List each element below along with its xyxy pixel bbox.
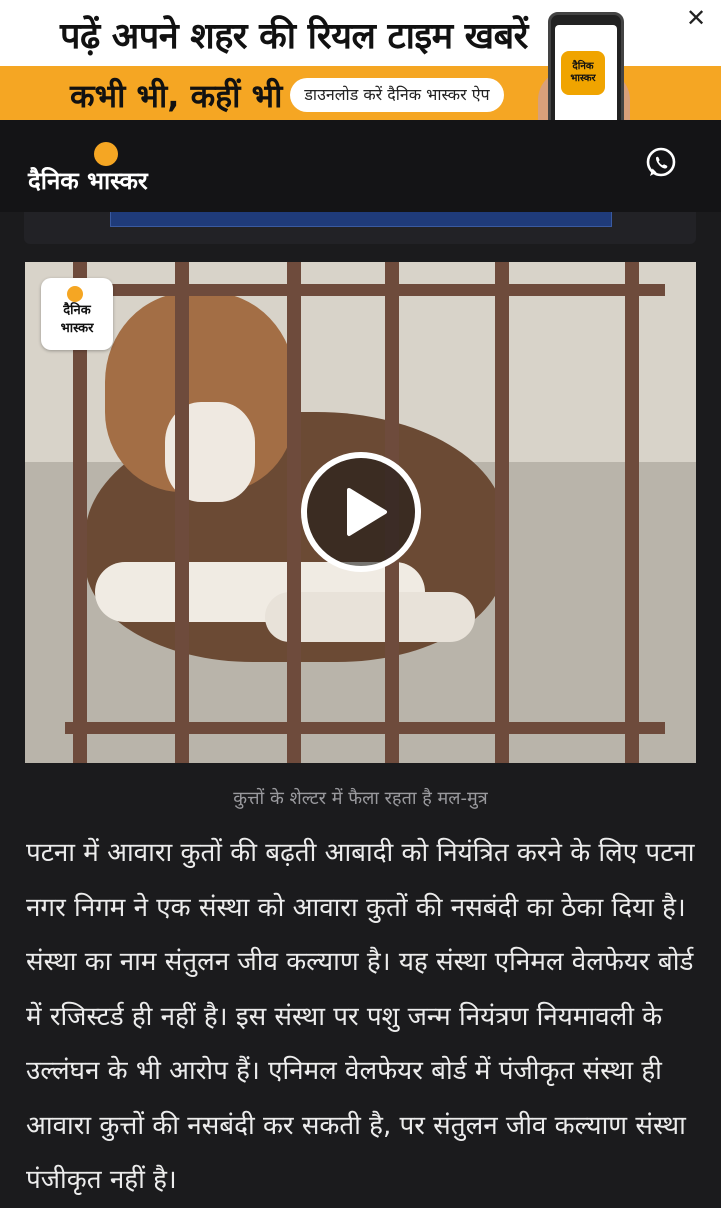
gate-bar	[495, 262, 509, 763]
play-button[interactable]	[301, 452, 421, 572]
banner-subline: कभी भी, कहीं भी	[70, 77, 283, 115]
gate-bar	[65, 284, 665, 296]
app-tile: दैनिक भास्कर	[561, 51, 605, 95]
site-logo[interactable]: दैनिक भास्कर	[28, 138, 188, 198]
watermark-text: दैनिक भास्कर	[60, 303, 94, 336]
video-caption: कुत्तों के शेल्टर में फैला रहता है मल-मु…	[233, 788, 488, 809]
video-watermark-logo: दैनिक भास्कर	[41, 278, 113, 350]
phone-image: दैनिक भास्कर	[548, 12, 624, 120]
gate-bar	[65, 722, 665, 734]
gate-bar	[175, 262, 189, 763]
gate-bar	[287, 262, 301, 763]
video-player[interactable]: दैनिक भास्कर	[25, 262, 696, 763]
download-app-button[interactable]: डाउनलोड करें दैनिक भास्कर ऐप	[290, 78, 504, 112]
logo-sun-icon	[94, 142, 118, 166]
app-download-banner[interactable]: पढ़ें अपने शहर की रियल टाइम खबरें कभी भी…	[0, 0, 721, 120]
article-paragraph: पटना में आवारा कुतों की बढ़ती आबादी को न…	[26, 838, 695, 1195]
play-icon	[347, 488, 387, 536]
site-header: दैनिक भास्कर	[0, 120, 721, 212]
article-body: पटना में आवारा कुतों की बढ़ती आबादी को न…	[26, 826, 698, 1208]
previous-card	[24, 212, 696, 244]
banner-headline: पढ़ें अपने शहर की रियल टाइम खबरें	[60, 16, 528, 57]
watermark-sun-icon	[67, 286, 83, 302]
gate-bar	[625, 262, 639, 763]
whatsapp-icon[interactable]	[644, 146, 678, 180]
close-icon[interactable]: ✕	[682, 4, 710, 32]
logo-text: दैनिक भास्कर	[28, 167, 148, 195]
previous-card-button[interactable]	[110, 212, 612, 227]
